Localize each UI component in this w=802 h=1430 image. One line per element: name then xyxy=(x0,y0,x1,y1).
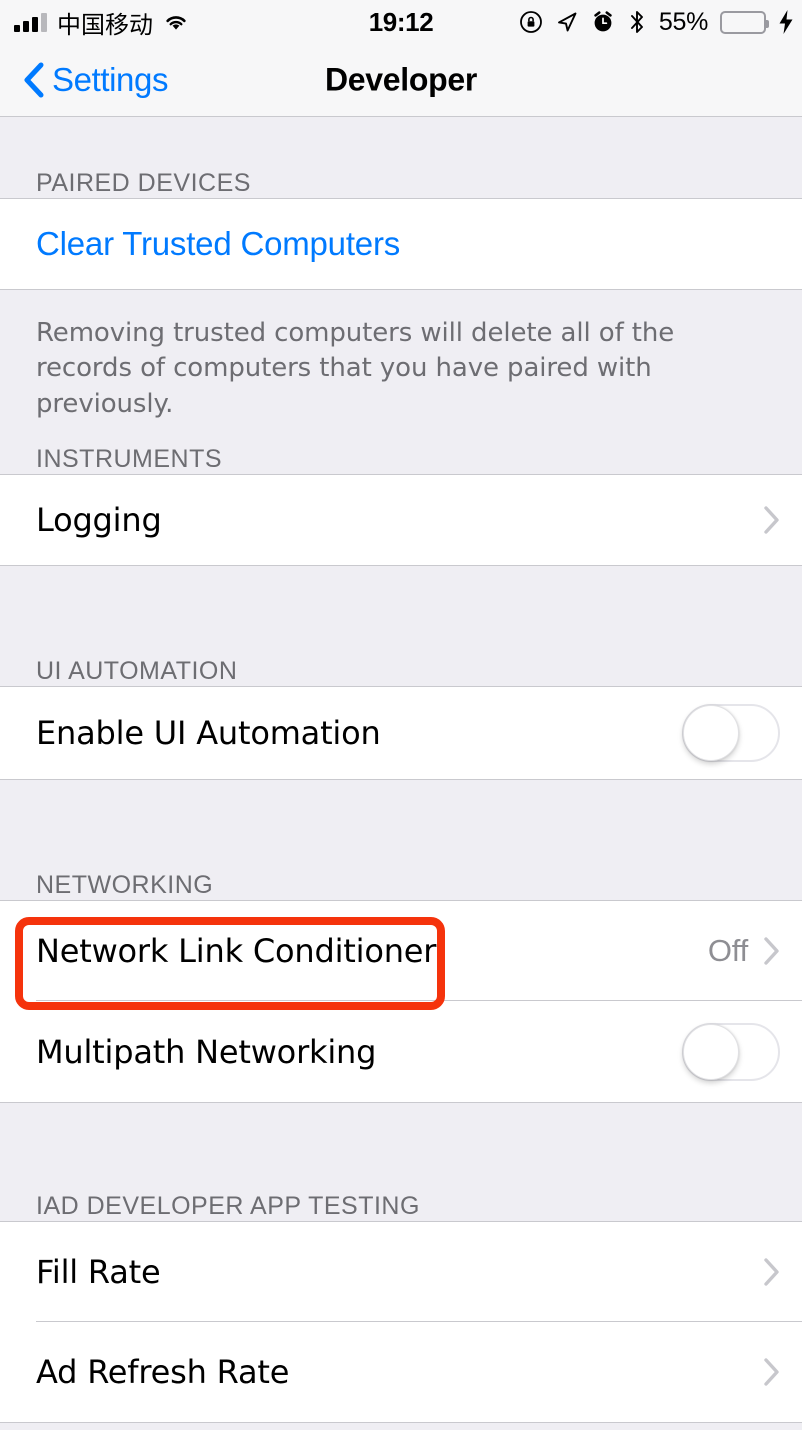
group-ui-automation: Enable UI Automation xyxy=(0,686,802,780)
page-title: Developer xyxy=(324,61,478,98)
section-header-label: NETWORKING xyxy=(36,871,214,899)
row-label: Multipath Networking xyxy=(36,1032,377,1071)
row-logging[interactable]: Logging xyxy=(0,475,802,565)
alarm-clock-icon xyxy=(591,10,615,34)
chevron-right-icon xyxy=(764,1258,780,1286)
section-header-paired-devices: PAIRED DEVICES xyxy=(0,118,802,198)
section-header-ui-automation: UI AUTOMATION xyxy=(0,566,802,686)
row-clear-trusted-computers[interactable]: Clear Trusted Computers xyxy=(0,199,802,289)
section-footer-text: Removing trusted computers will delete a… xyxy=(36,318,675,419)
section-header-instruments: INSTRUMENTS xyxy=(0,435,802,474)
section-header-networking: NETWORKING xyxy=(0,780,802,900)
iphone-settings-screen: 中国移动 19:12 55% Settings Developer PAIRED… xyxy=(0,0,802,1430)
row-accessory xyxy=(764,506,780,534)
toggle-knob xyxy=(683,1023,739,1080)
row-enable-ui-automation[interactable]: Enable UI Automation xyxy=(0,687,802,779)
row-label: Enable UI Automation xyxy=(36,714,381,752)
navigation-bar: Settings Developer xyxy=(0,44,802,117)
section-header-label: PAIRED DEVICES xyxy=(36,169,251,197)
chevron-right-icon xyxy=(764,937,780,965)
multipath-networking-toggle[interactable] xyxy=(682,1022,780,1081)
row-label: Clear Trusted Computers xyxy=(36,225,401,262)
row-accessory xyxy=(682,1022,780,1081)
battery-icon xyxy=(720,10,769,34)
section-header-label: IAD DEVELOPER APP TESTING xyxy=(36,1192,420,1220)
section-header-label: UI AUTOMATION xyxy=(36,657,238,685)
bluetooth-icon xyxy=(627,9,647,35)
row-network-link-conditioner[interactable]: Network Link Conditioner Off xyxy=(0,901,802,1001)
enable-ui-automation-toggle[interactable] xyxy=(682,704,780,762)
row-value: Off xyxy=(707,933,748,968)
row-accessory xyxy=(682,704,780,762)
row-multipath-networking[interactable]: Multipath Networking xyxy=(0,1001,802,1102)
chevron-right-icon xyxy=(764,1358,780,1386)
section-header-label: INSTRUMENTS xyxy=(36,445,223,473)
battery-percent-label: 55% xyxy=(658,7,708,36)
row-accessory xyxy=(764,1258,780,1286)
row-ad-refresh-rate[interactable]: Ad Refresh Rate xyxy=(0,1322,802,1422)
location-arrow-icon xyxy=(555,10,579,34)
group-iad-developer-app-testing: Fill Rate Ad Refresh Rate xyxy=(0,1221,802,1423)
group-paired-devices: Clear Trusted Computers xyxy=(0,198,802,290)
row-label: Ad Refresh Rate xyxy=(36,1353,290,1391)
charging-bolt-icon xyxy=(778,9,794,35)
status-bar: 中国移动 19:12 55% xyxy=(0,0,802,44)
section-header-iad-developer-app-testing: IAD DEVELOPER APP TESTING xyxy=(0,1103,802,1221)
status-bar-right: 55% xyxy=(519,8,794,37)
settings-list[interactable]: PAIRED DEVICES Clear Trusted Computers R… xyxy=(0,118,802,1430)
row-label: Logging xyxy=(36,501,162,539)
row-label: Fill Rate xyxy=(36,1253,161,1291)
rotation-lock-icon xyxy=(519,10,543,34)
row-accessory xyxy=(764,1358,780,1386)
group-instruments: Logging xyxy=(0,474,802,566)
footer-paired-devices: Removing trusted computers will delete a… xyxy=(0,290,802,435)
toggle-knob xyxy=(683,705,739,761)
row-label: Network Link Conditioner xyxy=(36,932,437,970)
chevron-right-icon xyxy=(764,506,780,534)
group-networking: Network Link Conditioner Off Multipath N… xyxy=(0,900,802,1103)
row-accessory: Off xyxy=(708,933,780,969)
row-fill-rate[interactable]: Fill Rate xyxy=(0,1222,802,1322)
